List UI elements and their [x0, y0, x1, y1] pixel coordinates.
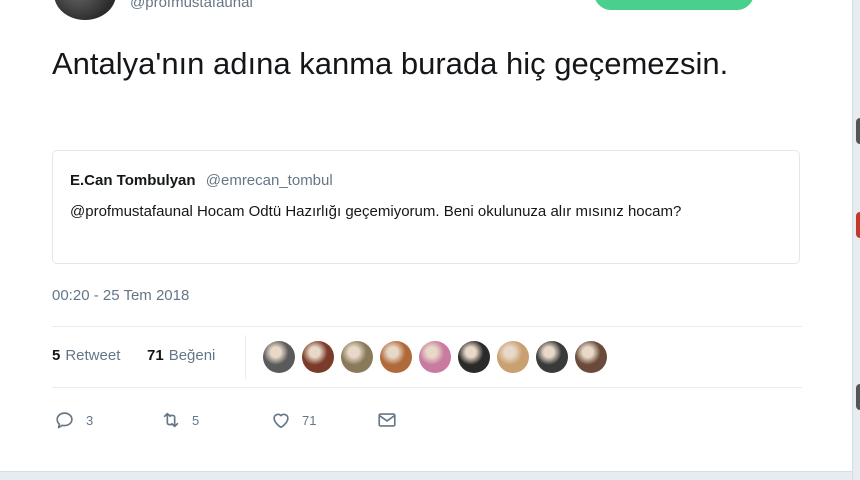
quoted-tweet-header: E.Can Tombulyan @emrecan_tombul — [70, 172, 333, 189]
quoted-tweet-text: @profmustafaunal Hocam Odtü Hazırlığı ge… — [70, 203, 682, 220]
author-handle[interactable]: @profmustafaunal — [130, 0, 253, 11]
retweet-icon — [163, 412, 179, 428]
retweet-button[interactable]: 5 — [160, 408, 199, 432]
direct-message-button[interactable] — [376, 408, 398, 432]
liker-avatar[interactable] — [497, 341, 529, 373]
like-count: 71 — [302, 412, 317, 428]
likes-label: Beğeni — [168, 347, 216, 364]
liker-avatar[interactable] — [536, 341, 568, 373]
tweet-actions: 3 5 71 — [52, 402, 472, 438]
stats-divider — [245, 335, 246, 379]
envelope-icon — [378, 413, 396, 427]
quoted-author-name[interactable]: E.Can Tombulyan — [70, 172, 196, 189]
follow-button[interactable] — [594, 0, 754, 10]
retweets-count: 5 — [52, 347, 61, 364]
tweet-text: Antalya'nın adına kanma burada hiç geçem… — [52, 46, 729, 81]
like-button[interactable]: 71 — [270, 408, 316, 432]
heart-icon — [273, 413, 289, 429]
liker-avatar[interactable] — [263, 341, 295, 373]
reply-icon — [56, 412, 73, 429]
reply-button[interactable]: 3 — [54, 408, 93, 432]
likes-stat[interactable]: 71 Beğeni — [147, 347, 215, 364]
edge-indicator — [856, 384, 860, 410]
liker-avatar[interactable] — [380, 341, 412, 373]
liker-avatar[interactable] — [302, 341, 334, 373]
reply-count: 3 — [86, 412, 94, 428]
liker-avatar[interactable] — [341, 341, 373, 373]
tweet-stats: 5 Retweet 71 Beğeni — [52, 326, 802, 388]
retweets-label: Retweet — [65, 347, 121, 364]
likes-count: 71 — [147, 347, 164, 364]
liker-avatar[interactable] — [575, 341, 607, 373]
retweet-count: 5 — [192, 412, 200, 428]
liker-avatar[interactable] — [419, 341, 451, 373]
author-avatar[interactable] — [54, 0, 116, 20]
quoted-tweet[interactable]: E.Can Tombulyan @emrecan_tombul @profmus… — [52, 150, 800, 264]
liker-avatar[interactable] — [458, 341, 490, 373]
retweets-stat[interactable]: 5 Retweet — [52, 347, 120, 364]
edge-indicator — [856, 118, 860, 144]
quoted-author-handle[interactable]: @emrecan_tombul — [206, 172, 333, 189]
edge-indicator — [856, 212, 860, 238]
window-edge-bottom — [0, 471, 852, 480]
tweet-timestamp[interactable]: 00:20 - 25 Tem 2018 — [52, 287, 189, 304]
window-edge-right — [852, 0, 860, 480]
